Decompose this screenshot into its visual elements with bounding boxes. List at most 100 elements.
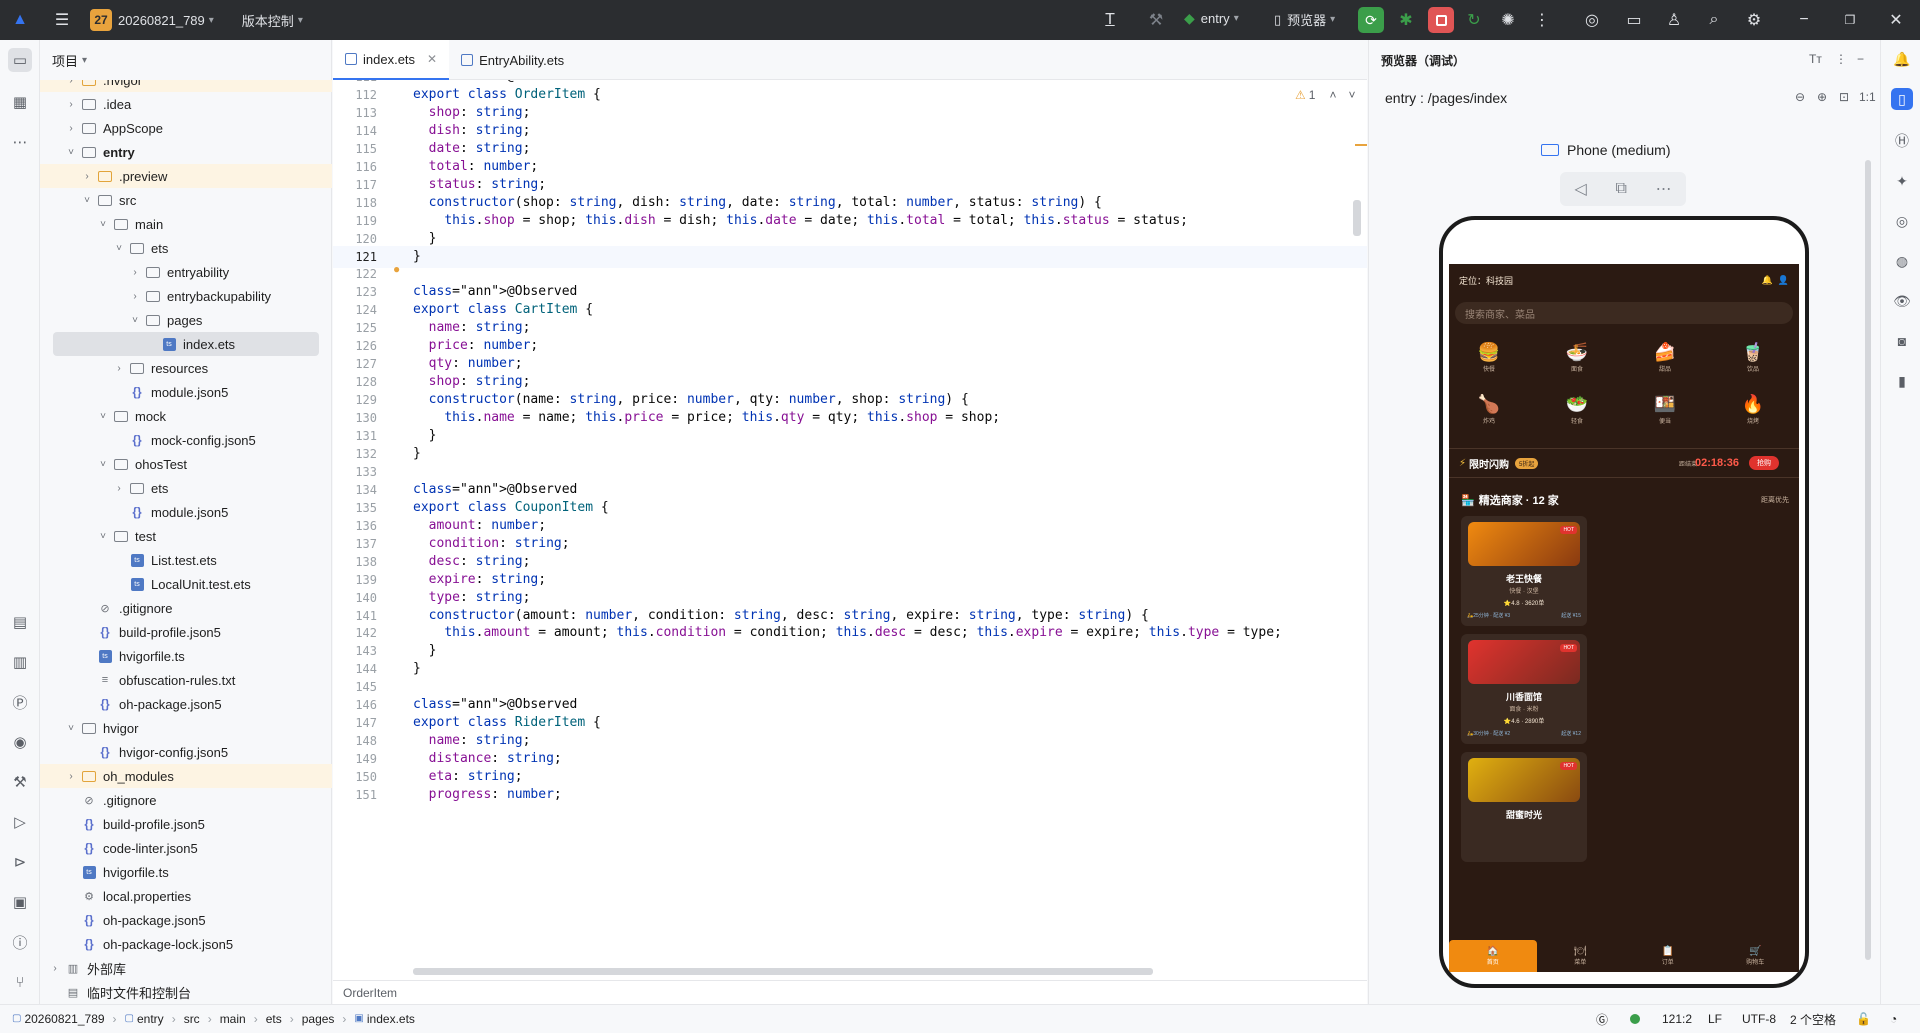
- chevron-down-icon[interactable]: ˅: [128, 315, 142, 326]
- run-config-select[interactable]: ◆ entry ▾: [1184, 10, 1239, 27]
- git-icon[interactable]: ⑂: [8, 970, 32, 994]
- back-icon[interactable]: ◁: [1574, 179, 1586, 199]
- close-icon[interactable]: ✕: [1882, 6, 1910, 34]
- project-panel-header[interactable]: 项目 ▾: [40, 40, 332, 80]
- chevron-down-icon[interactable]: ˅: [64, 723, 78, 734]
- device-selector[interactable]: Phone (medium): [1541, 142, 1671, 158]
- more-icon[interactable]: ⋯: [1656, 179, 1672, 199]
- tree-item[interactable]: ts List.test.ets: [40, 548, 332, 572]
- inspection-widget[interactable]: ⚠ 1 ˄ ˅: [1295, 88, 1355, 102]
- tree-item[interactable]: {} mock-config.json5: [40, 428, 332, 452]
- tree-item[interactable]: › ▥ 外部库: [40, 956, 332, 980]
- chevron-right-icon[interactable]: ›: [112, 363, 126, 374]
- tree-item[interactable]: {} oh-package.json5: [40, 692, 332, 716]
- tree-item[interactable]: {} hvigor-config.json5: [40, 740, 332, 764]
- minimize-icon[interactable]: −: [1790, 6, 1818, 34]
- category-item[interactable]: 🍱 便当: [1635, 392, 1695, 442]
- rotate-icon[interactable]: ⧉: [1615, 180, 1626, 198]
- project-view-icon[interactable]: ▭: [8, 48, 32, 72]
- tree-item[interactable]: {} oh-package.json5: [40, 908, 332, 932]
- inspector-icon[interactable]: ◉: [8, 730, 32, 754]
- current-symbol[interactable]: OrderItem: [343, 986, 397, 1000]
- robot-icon[interactable]: ◙: [1891, 330, 1913, 352]
- merchant-card[interactable]: HOT 川香面馆 面食 · 米粉 ⭐4.6 · 2890单 🛵30分钟 · 配送 ¥2 起…: [1461, 634, 1587, 744]
- tree-item[interactable]: › resources: [40, 356, 332, 380]
- user-icon[interactable]: 👤: [1778, 275, 1789, 285]
- chevron-down-icon[interactable]: ˅: [112, 243, 126, 254]
- tree-item[interactable]: ≡ obfuscation-rules.txt: [40, 668, 332, 692]
- deploy-icon[interactable]: ⊳: [8, 850, 32, 874]
- indent-setting[interactable]: 2 个空格: [1790, 1005, 1836, 1033]
- main-menu-icon[interactable]: ☰: [48, 6, 76, 34]
- chevron-down-icon[interactable]: ˅: [64, 147, 78, 158]
- structure-icon[interactable]: ▦: [8, 90, 32, 114]
- merchant-card[interactable]: HOT 老王快餐 快餐 · 汉堡 ⭐4.8 · 3620单 🛵25分钟 · 配送 ¥3 起…: [1461, 516, 1587, 626]
- location-label[interactable]: 定位：科技园: [1459, 274, 1513, 287]
- hammer-icon[interactable]: ⚒: [1142, 6, 1170, 34]
- plugin-icon[interactable]: ✦: [1891, 170, 1913, 192]
- category-item[interactable]: 🥗 轻食: [1547, 392, 1607, 442]
- bell-icon[interactable]: 🔔: [1762, 275, 1773, 285]
- device-select[interactable]: ▯ 预览器 ▾: [1274, 10, 1335, 29]
- app-search-input[interactable]: 搜索商家、菜品: [1455, 302, 1793, 324]
- tree-item[interactable]: ts hvigorfile.ts: [40, 644, 332, 668]
- chevron-right-icon[interactable]: ›: [64, 99, 78, 110]
- more-tools-icon[interactable]: ⋯: [8, 130, 32, 154]
- tree-item[interactable]: ˅ hvigor: [40, 716, 332, 740]
- category-item[interactable]: 🍔 快餐: [1459, 340, 1519, 390]
- tree-item[interactable]: ⚙ local.properties: [40, 884, 332, 908]
- category-item[interactable]: 🍗 炸鸡: [1459, 392, 1519, 442]
- cursor-position[interactable]: 121:2: [1662, 1005, 1692, 1033]
- chevron-down-icon[interactable]: ˅: [96, 531, 110, 542]
- tree-item[interactable]: ˅ pages: [40, 308, 332, 332]
- user-icon[interactable]: ♙: [1660, 6, 1688, 34]
- folder-icon[interactable]: ▭: [1620, 6, 1648, 34]
- tree-item[interactable]: › .preview: [40, 164, 332, 188]
- tree-item[interactable]: ts hvigorfile.ts: [40, 860, 332, 884]
- fit-screen-icon[interactable]: ⊡: [1839, 90, 1849, 104]
- tree-item[interactable]: › entryability: [40, 260, 332, 284]
- breadcrumb-item[interactable]: ets: [266, 1012, 282, 1026]
- debug-icon[interactable]: ✱: [1392, 6, 1420, 34]
- tree-item[interactable]: ts LocalUnit.test.ets: [40, 572, 332, 596]
- tree-item[interactable]: {} build-profile.json5: [40, 812, 332, 836]
- tree-item[interactable]: ˅ main: [40, 212, 332, 236]
- tree-item[interactable]: › .hvigor: [40, 80, 332, 92]
- breadcrumb-item[interactable]: src: [184, 1012, 200, 1026]
- problems-icon[interactable]: ⓘ: [8, 930, 32, 954]
- tree-item[interactable]: › oh_modules: [40, 764, 332, 788]
- search-icon[interactable]: ⌕: [1700, 6, 1728, 34]
- chevron-down-icon[interactable]: ˅: [96, 219, 110, 230]
- flash-buy-button[interactable]: 抢购: [1749, 456, 1779, 470]
- nav-item[interactable]: 📋 订单: [1624, 940, 1712, 972]
- zoom-ratio[interactable]: 1:1: [1859, 90, 1876, 104]
- minimize-panel-icon[interactable]: −: [1857, 52, 1864, 66]
- file-encoding[interactable]: UTF-8: [1742, 1005, 1776, 1033]
- database-icon[interactable]: ◎: [1891, 210, 1913, 232]
- app-logo-icon[interactable]: ▲: [6, 6, 34, 34]
- todo-icon[interactable]: ▤: [8, 610, 32, 634]
- chevron-right-icon[interactable]: ›: [128, 267, 142, 278]
- chevron-right-icon[interactable]: ›: [64, 771, 78, 782]
- tree-item[interactable]: ˅ test: [40, 524, 332, 548]
- tree-item[interactable]: {} module.json5: [40, 380, 332, 404]
- network-icon[interactable]: ◍: [1891, 250, 1913, 272]
- lock-icon[interactable]: 🔓: [1856, 1005, 1871, 1033]
- eye-icon[interactable]: 👁: [1891, 290, 1913, 312]
- rerun-icon[interactable]: ↻: [1460, 6, 1488, 34]
- nav-item[interactable]: 🍽 菜单: [1537, 940, 1625, 972]
- tree-item[interactable]: ▤ 临时文件和控制台: [40, 980, 332, 1004]
- tree-item[interactable]: › ets: [40, 476, 332, 500]
- stop-button[interactable]: [1428, 7, 1454, 33]
- device-manager-icon[interactable]: ▮: [1891, 370, 1913, 392]
- tree-item[interactable]: ts index.ets: [53, 332, 319, 356]
- memory-icon[interactable]: ◔: [1890, 1005, 1897, 1033]
- restore-icon[interactable]: ❐: [1836, 6, 1864, 34]
- run-icon[interactable]: ▷: [8, 810, 32, 834]
- tree-item[interactable]: {} build-profile.json5: [40, 620, 332, 644]
- breadcrumb-item[interactable]: 20260821_789: [24, 1012, 104, 1026]
- category-item[interactable]: 🔥 烧烤: [1723, 392, 1783, 442]
- editor-horizontal-scrollbar[interactable]: [413, 968, 1153, 975]
- chevron-right-icon[interactable]: ›: [128, 291, 142, 302]
- harmony-icon[interactable]: Ⓗ: [1891, 130, 1913, 152]
